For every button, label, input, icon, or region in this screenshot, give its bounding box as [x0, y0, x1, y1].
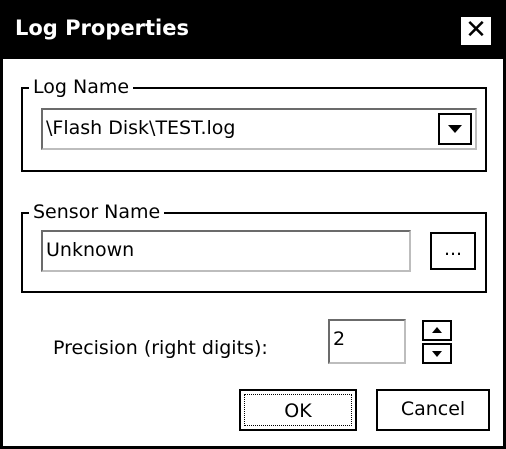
sensor-name-group-label: Sensor Name — [29, 200, 165, 224]
chevron-down-icon — [448, 125, 462, 133]
browse-label: ... — [443, 238, 463, 260]
close-button[interactable]: ✕ — [459, 15, 493, 47]
precision-label: Precision (right digits): — [53, 337, 268, 359]
ok-label: OK — [284, 400, 312, 422]
title-bar: Log Properties ✕ — [3, 0, 506, 59]
log-name-value: \Flash Disk\TEST.log — [46, 117, 236, 139]
sensor-name-value: Unknown — [46, 239, 135, 261]
sensor-name-input[interactable]: Unknown — [41, 230, 411, 272]
log-name-dropdown-button[interactable] — [438, 113, 472, 145]
cancel-button[interactable]: Cancel — [376, 389, 490, 431]
arrow-up-icon — [432, 327, 442, 333]
sensor-browse-button[interactable]: ... — [430, 232, 476, 270]
window-title: Log Properties — [15, 16, 189, 40]
precision-value: 2 — [333, 328, 346, 350]
precision-spin-down[interactable] — [422, 343, 452, 364]
cancel-label: Cancel — [400, 398, 466, 420]
arrow-down-icon — [432, 351, 442, 357]
precision-spin-up[interactable] — [422, 320, 452, 341]
ok-focus-rect: OK — [244, 394, 352, 426]
log-name-combobox[interactable]: \Flash Disk\TEST.log — [41, 108, 477, 150]
ok-button[interactable]: OK — [239, 389, 357, 431]
log-name-group-label: Log Name — [29, 75, 134, 99]
log-properties-dialog: Log Properties ✕ Log Name \Flash Disk\TE… — [0, 0, 506, 449]
close-icon: ✕ — [465, 15, 487, 45]
precision-input[interactable]: 2 — [328, 319, 406, 364]
